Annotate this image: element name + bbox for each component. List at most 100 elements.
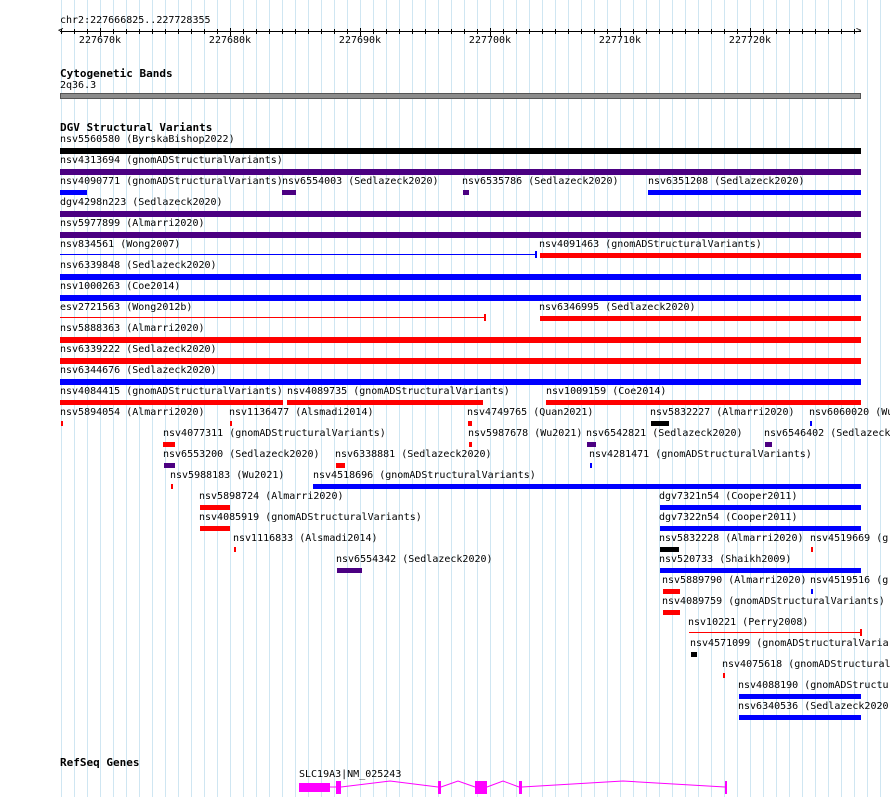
- dgv-feature-bar[interactable]: [60, 295, 861, 301]
- dgv-feature-bar[interactable]: [663, 610, 680, 615]
- cytoband-bar[interactable]: [60, 93, 861, 99]
- dgv-feature-bar[interactable]: [540, 316, 861, 321]
- dgv-feature-label[interactable]: nsv6340536 (Sedlazeck2020: [738, 701, 889, 712]
- dgv-feature-bar[interactable]: [234, 547, 236, 552]
- dgv-feature-bar[interactable]: [468, 421, 472, 426]
- dgv-feature-label[interactable]: nsv1116833 (Alsmadi2014): [233, 533, 378, 544]
- dgv-feature-bar[interactable]: [810, 421, 812, 426]
- dgv-feature-label[interactable]: nsv6554003 (Sedlazeck2020): [282, 176, 439, 187]
- dgv-feature-bar[interactable]: [60, 254, 536, 255]
- dgv-feature-label[interactable]: dgv7321n54 (Cooper2011): [659, 491, 797, 502]
- dgv-feature-label[interactable]: nsv4313694 (gnomADStructuralVariants): [60, 155, 283, 166]
- dgv-feature-label[interactable]: nsv4518696 (gnomADStructuralVariants): [313, 470, 536, 481]
- dgv-feature-label[interactable]: nsv5889790 (Almarri2020): [662, 575, 807, 586]
- dgv-feature-bar[interactable]: [691, 652, 697, 657]
- dgv-feature-bar[interactable]: [336, 463, 345, 468]
- dgv-feature-bar[interactable]: [60, 379, 861, 385]
- dgv-feature-bar[interactable]: [61, 421, 63, 426]
- dgv-feature-label[interactable]: esv2721563 (Wong2012b): [60, 302, 192, 313]
- dgv-feature-label[interactable]: nsv5832228 (Almarri2020): [659, 533, 804, 544]
- dgv-feature-bar[interactable]: [230, 421, 232, 426]
- dgv-feature-bar[interactable]: [648, 190, 861, 195]
- dgv-feature-bar[interactable]: [811, 547, 813, 552]
- dgv-feature-label[interactable]: nsv4091463 (gnomADStructuralVariants): [539, 239, 762, 250]
- dgv-feature-bar[interactable]: [765, 442, 772, 447]
- dgv-feature-bar[interactable]: [200, 526, 230, 531]
- dgv-feature-label[interactable]: nsv6351208 (Sedlazeck2020): [648, 176, 805, 187]
- dgv-feature-bar[interactable]: [287, 400, 483, 405]
- dgv-feature-bar[interactable]: [660, 568, 861, 573]
- dgv-feature-label[interactable]: nsv4084415 (gnomADStructuralVariants): [60, 386, 283, 397]
- dgv-feature-label[interactable]: nsv6553200 (Sedlazeck2020): [163, 449, 320, 460]
- dgv-feature-label[interactable]: nsv6554342 (Sedlazeck2020): [336, 554, 493, 565]
- dgv-feature-label[interactable]: nsv4749765 (Quan2021): [467, 407, 593, 418]
- dgv-feature-label[interactable]: nsv6060020 (Wu: [809, 407, 890, 418]
- dgv-feature-bar[interactable]: [811, 589, 813, 594]
- dgv-feature-label[interactable]: nsv4077311 (gnomADStructuralVariants): [163, 428, 386, 439]
- dgv-feature-bar[interactable]: [723, 673, 725, 678]
- dgv-feature-bar[interactable]: [739, 715, 861, 720]
- dgv-feature-bar[interactable]: [60, 317, 485, 318]
- dgv-feature-bar[interactable]: [463, 190, 469, 195]
- dgv-feature-label[interactable]: nsv5988183 (Wu2021): [170, 470, 284, 481]
- dgv-feature-label[interactable]: nsv4571099 (gnomADStructuralVaria: [690, 638, 889, 649]
- dgv-feature-bar[interactable]: [587, 442, 596, 447]
- dgv-feature-bar[interactable]: [200, 505, 230, 510]
- dgv-feature-label[interactable]: nsv5894054 (Almarri2020): [60, 407, 205, 418]
- dgv-feature-label[interactable]: nsv5977899 (Almarri2020): [60, 218, 205, 229]
- dgv-feature-bar[interactable]: [590, 463, 592, 468]
- dgv-feature-label[interactable]: nsv1000263 (Coe2014): [60, 281, 180, 292]
- dgv-feature-label[interactable]: dgv4298n223 (Sedlazeck2020): [60, 197, 223, 208]
- dgv-feature-bar[interactable]: [60, 358, 861, 364]
- dgv-feature-label[interactable]: nsv6338881 (Sedlazeck2020): [335, 449, 492, 460]
- dgv-feature-label[interactable]: nsv6339848 (Sedlazeck2020): [60, 260, 217, 271]
- dgv-feature-label[interactable]: nsv1009159 (Coe2014): [546, 386, 666, 397]
- genome-browser-view[interactable]: chr2:227666825..227728355 < > 227670k227…: [0, 0, 890, 797]
- dgv-feature-label[interactable]: nsv5987678 (Wu2021): [468, 428, 582, 439]
- dgv-feature-bar[interactable]: [546, 400, 861, 405]
- dgv-feature-label[interactable]: nsv5832227 (Almarri2020): [650, 407, 795, 418]
- dgv-feature-bar[interactable]: [660, 547, 679, 552]
- dgv-feature-bar[interactable]: [660, 526, 861, 531]
- dgv-feature-bar[interactable]: [171, 484, 173, 489]
- dgv-feature-bar[interactable]: [660, 505, 861, 510]
- dgv-feature-label[interactable]: nsv4089759 (gnomADStructuralVariants): [662, 596, 885, 607]
- gene-model-svg[interactable]: [0, 775, 890, 797]
- dgv-feature-bar[interactable]: [60, 400, 283, 405]
- dgv-feature-label[interactable]: nsv834561 (Wong2007): [60, 239, 180, 250]
- dgv-feature-bar[interactable]: [60, 274, 861, 280]
- dgv-feature-bar[interactable]: [469, 442, 472, 447]
- dgv-feature-label[interactable]: nsv6339222 (Sedlazeck2020): [60, 344, 217, 355]
- dgv-feature-label[interactable]: dgv7322n54 (Cooper2011): [659, 512, 797, 523]
- dgv-feature-label[interactable]: nsv1136477 (Alsmadi2014): [229, 407, 374, 418]
- dgv-feature-bar[interactable]: [689, 632, 861, 633]
- dgv-feature-label[interactable]: nsv4090771 (gnomADStructuralVariants): [60, 176, 283, 187]
- dgv-feature-label[interactable]: nsv6542821 (Sedlazeck2020): [586, 428, 743, 439]
- dgv-feature-label[interactable]: nsv4519669 (g: [810, 533, 888, 544]
- dgv-feature-label[interactable]: nsv5898724 (Almarri2020): [199, 491, 344, 502]
- dgv-feature-label[interactable]: nsv6546402 (Sedlazeck: [764, 428, 890, 439]
- dgv-feature-bar[interactable]: [60, 190, 87, 195]
- dgv-feature-bar[interactable]: [60, 148, 861, 154]
- dgv-feature-label[interactable]: nsv6535786 (Sedlazeck2020): [462, 176, 619, 187]
- dgv-feature-label[interactable]: nsv5560580 (ByrskaBishop2022): [60, 134, 235, 145]
- dgv-feature-bar[interactable]: [60, 211, 861, 217]
- dgv-feature-label[interactable]: nsv4519516 (g: [810, 575, 888, 586]
- dgv-feature-label[interactable]: nsv6344676 (Sedlazeck2020): [60, 365, 217, 376]
- dgv-feature-label[interactable]: nsv4085919 (gnomADStructuralVariants): [199, 512, 422, 523]
- dgv-feature-bar[interactable]: [651, 421, 669, 426]
- dgv-feature-bar[interactable]: [60, 169, 861, 175]
- dgv-feature-label[interactable]: nsv10221 (Perry2008): [688, 617, 808, 628]
- dgv-feature-label[interactable]: nsv4089735 (gnomADStructuralVariants): [287, 386, 510, 397]
- dgv-feature-bar[interactable]: [60, 232, 861, 238]
- dgv-feature-bar[interactable]: [164, 463, 175, 468]
- dgv-feature-bar[interactable]: [663, 589, 680, 594]
- dgv-feature-label[interactable]: nsv4075618 (gnomADStructural: [722, 659, 890, 670]
- dgv-feature-bar[interactable]: [282, 190, 296, 195]
- dgv-feature-bar[interactable]: [163, 442, 175, 447]
- dgv-feature-label[interactable]: nsv6346995 (Sedlazeck2020): [539, 302, 696, 313]
- dgv-feature-label[interactable]: nsv4088190 (gnomADStructur: [738, 680, 890, 691]
- dgv-feature-label[interactable]: nsv520733 (Shaikh2009): [659, 554, 791, 565]
- dgv-feature-bar[interactable]: [60, 337, 861, 343]
- dgv-feature-bar[interactable]: [313, 484, 861, 489]
